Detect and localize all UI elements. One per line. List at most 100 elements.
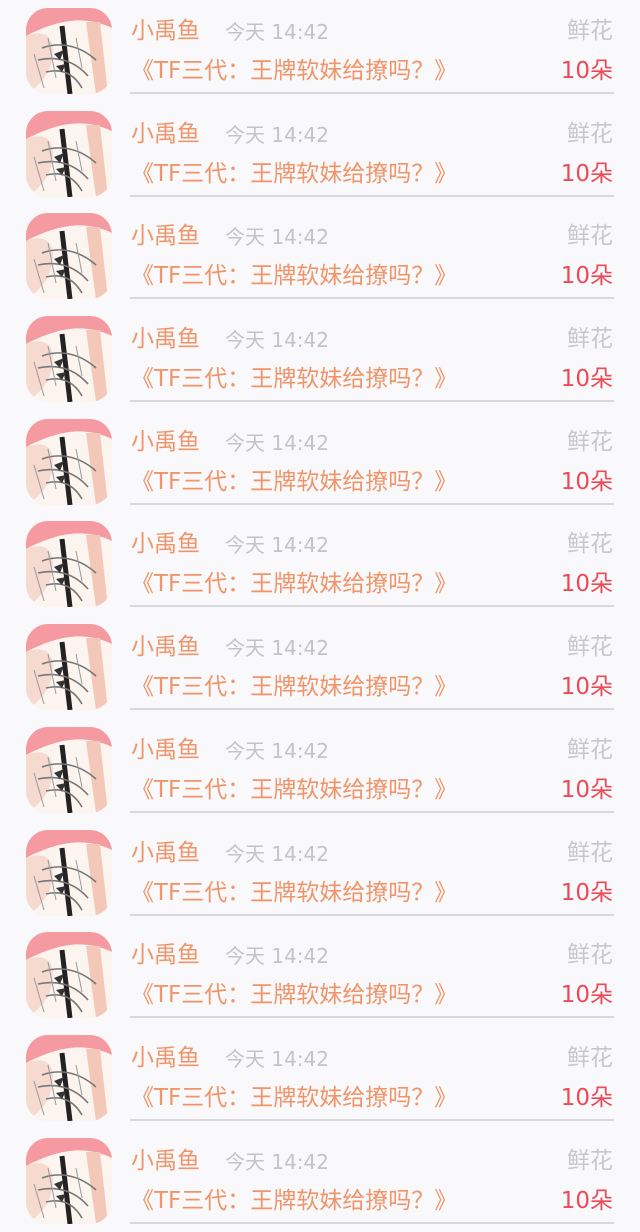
anime-avatar-icon: [26, 521, 112, 608]
gift-type: 鲜花: [567, 428, 613, 455]
list-item[interactable]: 小禹鱼 今天 14:42 鲜花 《TF三代：王牌软妹给撩吗？》 10朵: [0, 719, 640, 822]
anime-avatar-icon: [26, 726, 112, 813]
sender-name[interactable]: 小禹鱼: [131, 221, 200, 251]
divider: [130, 92, 614, 94]
sender-name[interactable]: 小禹鱼: [131, 529, 200, 559]
divider: [130, 1118, 614, 1121]
timestamp: 今天 14:42: [225, 738, 329, 763]
divider: [130, 913, 614, 916]
timestamp: 今天 14:42: [225, 430, 329, 455]
gift-record-list: 小禹鱼 今天 14:42 鲜花 《TF三代：王牌软妹给撩吗？》 10朵 小禹鱼 …: [0, 0, 640, 1232]
gift-count: 10朵: [560, 571, 613, 598]
divider: [130, 1221, 614, 1224]
book-title[interactable]: 《TF三代：王牌软妹给撩吗？》: [131, 467, 457, 497]
sender-name[interactable]: 小禹鱼: [131, 119, 200, 149]
divider: [130, 400, 614, 403]
list-item[interactable]: 小禹鱼 今天 14:42 鲜花 《TF三代：王牌软妹给撩吗？》 10朵: [0, 822, 640, 925]
timestamp: 今天 14:42: [225, 328, 329, 353]
gift-count: 10朵: [560, 263, 613, 290]
anime-avatar-icon: [26, 932, 112, 1019]
book-title[interactable]: 《TF三代：王牌软妹给撩吗？》: [131, 364, 457, 394]
list-item[interactable]: 小禹鱼 今天 14:42 鲜花 《TF三代：王牌软妹给撩吗？》 10朵: [0, 0, 640, 103]
timestamp: 今天 14:42: [225, 1046, 329, 1071]
book-title[interactable]: 《TF三代：王牌软妹给撩吗？》: [131, 878, 457, 908]
list-item[interactable]: 小禹鱼 今天 14:42 鲜花 《TF三代：王牌软妹给撩吗？》 10朵: [0, 411, 640, 514]
avatar[interactable]: [26, 932, 112, 1019]
gift-type: 鲜花: [567, 531, 613, 558]
sender-name[interactable]: 小禹鱼: [131, 632, 200, 662]
avatar[interactable]: [26, 316, 112, 403]
gift-count: 10朵: [560, 58, 613, 84]
divider: [130, 297, 614, 300]
gift-type: 鲜花: [567, 223, 613, 250]
gift-count: 10朵: [560, 366, 613, 393]
avatar[interactable]: [26, 8, 112, 94]
avatar[interactable]: [26, 418, 112, 505]
sender-name[interactable]: 小禹鱼: [131, 838, 200, 868]
book-title[interactable]: 《TF三代：王牌软妹给撩吗？》: [131, 775, 457, 805]
avatar[interactable]: [26, 521, 112, 608]
anime-avatar-icon: [26, 316, 112, 403]
list-item[interactable]: 小禹鱼 今天 14:42 鲜花 《TF三代：王牌软妹给撩吗？》 10朵: [0, 103, 640, 206]
anime-avatar-icon: [26, 624, 112, 711]
timestamp: 今天 14:42: [225, 1149, 329, 1174]
sender-name[interactable]: 小禹鱼: [131, 940, 200, 970]
sender-name[interactable]: 小禹鱼: [131, 1043, 200, 1073]
gift-count: 10朵: [560, 468, 613, 495]
sender-name[interactable]: 小禹鱼: [131, 735, 200, 765]
gift-type: 鲜花: [567, 1044, 613, 1071]
book-title[interactable]: 《TF三代：王牌软妹给撩吗？》: [131, 261, 457, 291]
gift-type: 鲜花: [567, 839, 613, 866]
sender-name[interactable]: 小禹鱼: [131, 427, 200, 457]
book-title[interactable]: 《TF三代：王牌软妹给撩吗？》: [131, 569, 457, 599]
sender-name[interactable]: 小禹鱼: [131, 16, 200, 46]
anime-avatar-icon: [26, 1137, 112, 1224]
timestamp: 今天 14:42: [225, 533, 329, 558]
book-title[interactable]: 《TF三代：王牌软妹给撩吗？》: [131, 980, 457, 1010]
book-title[interactable]: 《TF三代：王牌软妹给撩吗？》: [131, 672, 457, 702]
avatar[interactable]: [26, 213, 112, 300]
timestamp: 今天 14:42: [225, 225, 329, 250]
list-item[interactable]: 小禹鱼 今天 14:42 鲜花 《TF三代：王牌软妹给撩吗？》 10朵: [0, 924, 640, 1027]
book-title[interactable]: 《TF三代：王牌软妹给撩吗？》: [131, 56, 457, 86]
list-item[interactable]: 小禹鱼 今天 14:42 鲜花 《TF三代：王牌软妹给撩吗？》 10朵: [0, 308, 640, 411]
anime-avatar-icon: [26, 829, 112, 916]
avatar[interactable]: [26, 110, 112, 197]
gift-count: 10朵: [560, 776, 613, 803]
book-title[interactable]: 《TF三代：王牌软妹给撩吗？》: [131, 1083, 457, 1113]
timestamp: 今天 14:42: [225, 20, 329, 44]
divider: [130, 1016, 614, 1019]
avatar[interactable]: [26, 624, 112, 711]
anime-avatar-icon: [26, 418, 112, 505]
gift-type: 鲜花: [567, 942, 613, 969]
gift-type: 鲜花: [567, 634, 613, 661]
avatar[interactable]: [26, 829, 112, 916]
gift-count: 10朵: [560, 879, 613, 906]
sender-name[interactable]: 小禹鱼: [131, 1146, 200, 1176]
timestamp: 今天 14:42: [225, 944, 329, 969]
gift-count: 10朵: [560, 160, 613, 187]
anime-avatar-icon: [26, 213, 112, 300]
avatar[interactable]: [26, 726, 112, 813]
list-item[interactable]: 小禹鱼 今天 14:42 鲜花 《TF三代：王牌软妹给撩吗？》 10朵: [0, 616, 640, 719]
divider: [130, 708, 614, 711]
gift-count: 10朵: [560, 1187, 613, 1214]
list-item[interactable]: 小禹鱼 今天 14:42 鲜花 《TF三代：王牌软妹给撩吗？》 10朵: [0, 513, 640, 616]
sender-name[interactable]: 小禹鱼: [131, 324, 200, 354]
gift-type: 鲜花: [567, 18, 613, 44]
divider: [130, 194, 614, 197]
book-title[interactable]: 《TF三代：王牌软妹给撩吗？》: [131, 159, 457, 189]
avatar[interactable]: [26, 1137, 112, 1224]
gift-type: 鲜花: [567, 326, 613, 353]
timestamp: 今天 14:42: [225, 841, 329, 866]
divider: [130, 810, 614, 813]
list-item[interactable]: 小禹鱼 今天 14:42 鲜花 《TF三代：王牌软妹给撩吗？》 10朵: [0, 1027, 640, 1130]
book-title[interactable]: 《TF三代：王牌软妹给撩吗？》: [131, 1186, 457, 1216]
list-item[interactable]: 小禹鱼 今天 14:42 鲜花 《TF三代：王牌软妹给撩吗？》 10朵: [0, 1130, 640, 1232]
divider: [130, 605, 614, 608]
list-item[interactable]: 小禹鱼 今天 14:42 鲜花 《TF三代：王牌软妹给撩吗？》 10朵: [0, 205, 640, 308]
gift-type: 鲜花: [567, 736, 613, 763]
anime-avatar-icon: [26, 110, 112, 197]
avatar[interactable]: [26, 1034, 112, 1121]
gift-type: 鲜花: [567, 120, 613, 147]
